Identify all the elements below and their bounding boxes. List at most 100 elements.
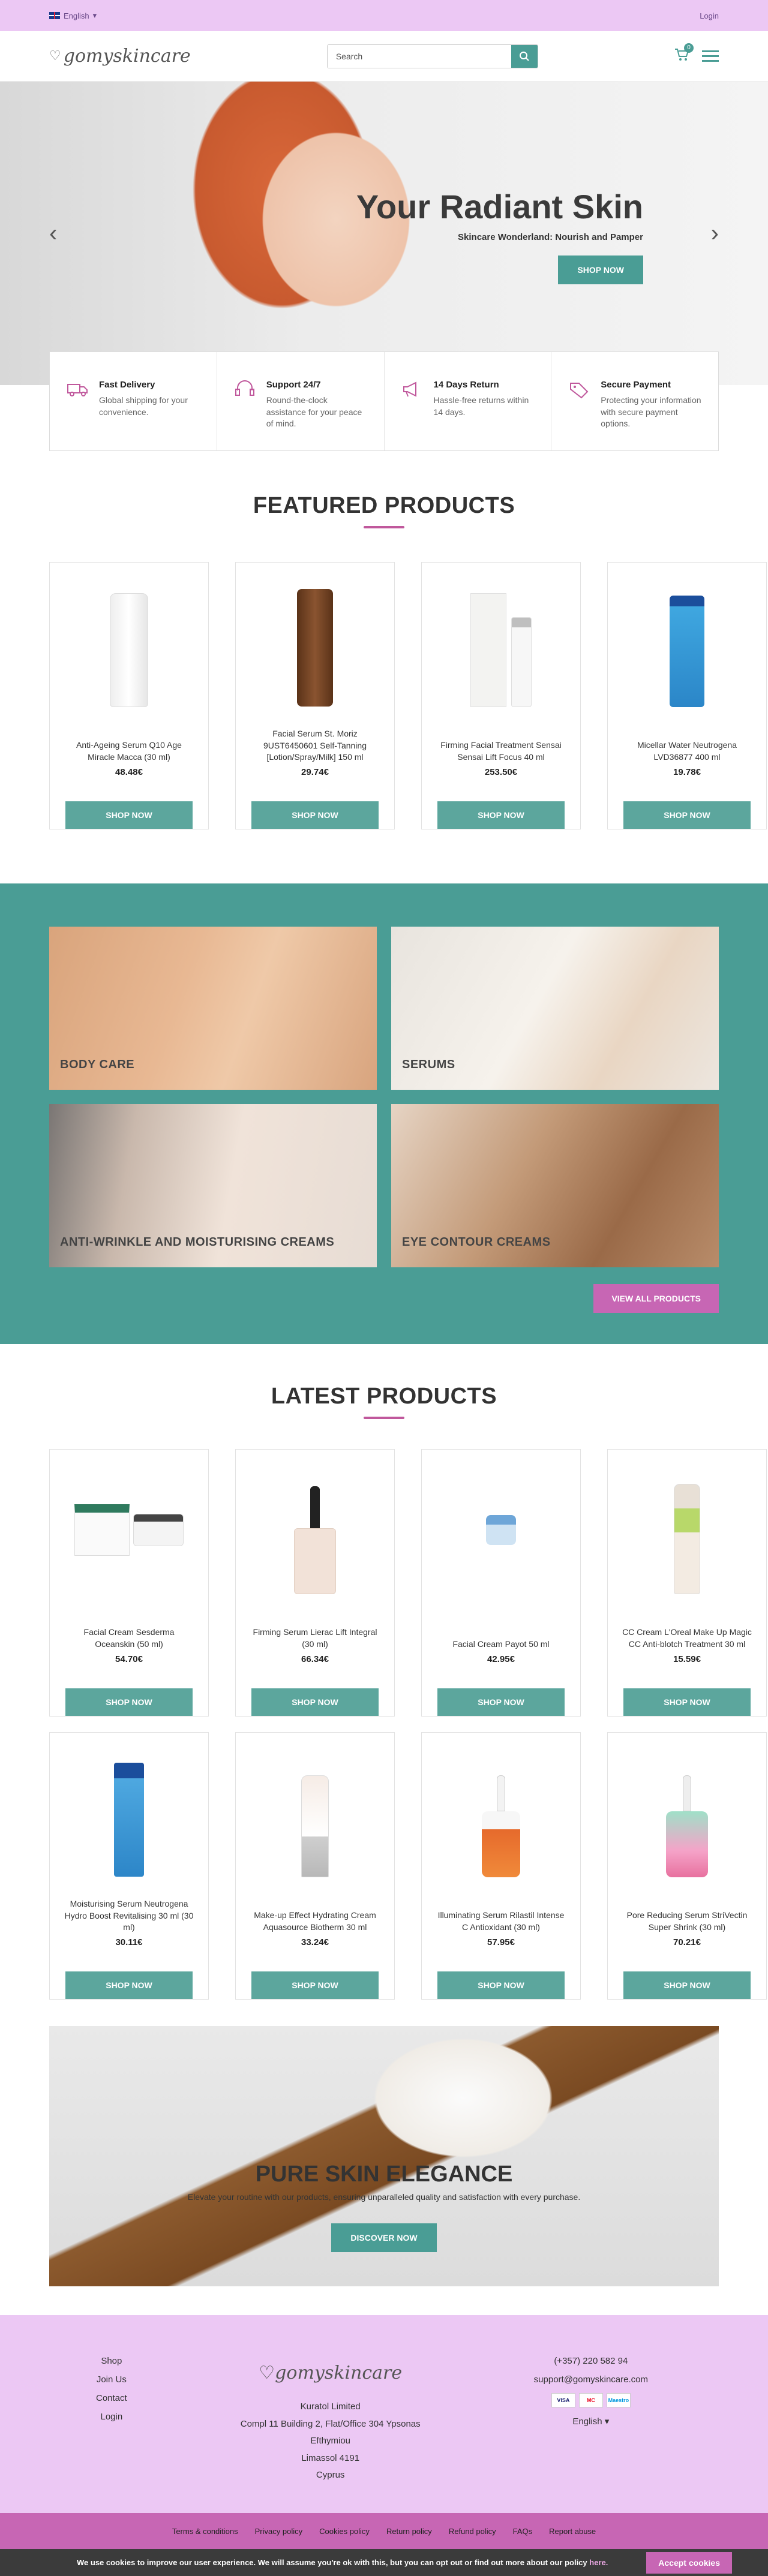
slider-prev-arrow-icon[interactable]: ‹ [49, 221, 57, 245]
cart-button[interactable]: 0 [674, 43, 694, 65]
hero-title: Your Radiant Skin [356, 188, 643, 226]
product-card[interactable]: Micellar Water Neutrogena LVD36877 400 m… [607, 562, 767, 829]
featured-title: FEATURED PRODUCTS [253, 493, 515, 518]
accept-cookies-button[interactable]: Accept cookies [646, 2551, 732, 2574]
menu-button[interactable] [701, 50, 719, 62]
product-price: 29.74€ [301, 767, 329, 777]
legal-link-cookies[interactable]: Cookies policy [319, 2527, 370, 2536]
shop-now-button[interactable]: SHOP NOW [65, 1971, 193, 1999]
footer-link-contact[interactable]: Contact [96, 2393, 127, 2403]
legal-links-bar: Terms & conditions Privacy policy Cookie… [0, 2513, 768, 2549]
search-button[interactable] [511, 44, 538, 68]
address-line: Efthymiou [310, 2436, 351, 2446]
product-card[interactable]: CC Cream L'Oreal Make Up Magic CC Anti-b… [607, 1449, 767, 1717]
product-price: 19.78€ [673, 767, 701, 777]
product-card[interactable]: Anti-Ageing Serum Q10 Age Miracle Macca … [49, 562, 209, 829]
shop-now-button[interactable]: SHOP NOW [251, 1971, 379, 1999]
shop-now-button[interactable]: SHOP NOW [623, 801, 751, 829]
category-body-care[interactable]: BODY CARE [49, 927, 377, 1090]
feature-desc: Global shipping for your convenience. [99, 395, 188, 417]
product-name[interactable]: Firming Facial Treatment Sensai Sensai L… [435, 729, 567, 764]
legal-link-privacy[interactable]: Privacy policy [255, 2527, 302, 2536]
hero-shop-now-button[interactable]: SHOP NOW [558, 256, 643, 284]
top-login-link[interactable]: Login [700, 11, 719, 20]
product-name[interactable]: CC Cream L'Oreal Make Up Magic CC Anti-b… [621, 1616, 753, 1651]
product-card[interactable]: Facial Serum St. Moriz 9UST6450601 Self-… [235, 562, 395, 829]
footer-language-label: English [572, 2416, 602, 2427]
category-eye-contour[interactable]: EYE CONTOUR CREAMS [391, 1104, 719, 1267]
heart-logo-icon: ♡ [259, 2362, 275, 2383]
product-price: 48.48€ [115, 767, 143, 777]
category-anti-wrinkle[interactable]: ANTI-WRINKLE AND MOISTURISING CREAMS [49, 1104, 377, 1267]
product-name[interactable]: Anti-Ageing Serum Q10 Age Miracle Macca … [63, 729, 195, 764]
shop-now-button[interactable]: SHOP NOW [251, 1688, 379, 1716]
logo-text: gomyskincare [63, 46, 191, 67]
footer-logo[interactable]: ♡gomyskincare [241, 2356, 421, 2390]
product-card[interactable]: Pore Reducing Serum StriVectin Super Shr… [607, 1732, 767, 2000]
site-footer: Shop Join Us Contact Login ♡gomyskincare… [0, 2315, 768, 2513]
shop-now-button[interactable]: SHOP NOW [65, 1688, 193, 1716]
product-name[interactable]: Make-up Effect Hydrating Cream Aquasourc… [249, 1899, 381, 1934]
shop-now-button[interactable]: SHOP NOW [623, 1688, 751, 1716]
product-card[interactable]: Moisturising Serum Neutrogena Hydro Boos… [49, 1732, 209, 2000]
hero-subtitle: Skincare Wonderland: Nourish and Pamper [458, 232, 643, 242]
product-image [621, 1466, 753, 1594]
search-input[interactable] [327, 44, 511, 68]
product-card[interactable]: Facial Cream Sesderma Oceanskin (50 ml) … [49, 1449, 209, 1717]
category-serums[interactable]: SERUMS [391, 927, 719, 1090]
cookie-policy-link[interactable]: here. [589, 2558, 608, 2567]
footer-phone[interactable]: (+357) 220 582 94 [554, 2356, 628, 2366]
product-card[interactable]: Make-up Effect Hydrating Cream Aquasourc… [235, 1732, 395, 2000]
product-card[interactable]: Illuminating Serum Rilastil Intense C An… [421, 1732, 581, 2000]
product-name[interactable]: Pore Reducing Serum StriVectin Super Shr… [621, 1899, 753, 1934]
footer-company-info: ♡gomyskincare Kuratol Limited Compl 11 B… [241, 2356, 421, 2513]
shop-now-button[interactable]: SHOP NOW [437, 801, 565, 829]
legal-link-faqs[interactable]: FAQs [513, 2527, 533, 2536]
legal-link-return[interactable]: Return policy [386, 2527, 432, 2536]
product-price: 42.95€ [487, 1654, 515, 1664]
product-price: 33.24€ [301, 1937, 329, 1947]
features-bar: Fast Delivery Global shipping for your c… [49, 351, 719, 451]
product-name[interactable]: Moisturising Serum Neutrogena Hydro Boos… [63, 1898, 195, 1934]
slider-next-arrow-icon[interactable]: › [711, 221, 719, 245]
footer-language-selector[interactable]: English ▾ [572, 2416, 609, 2427]
product-name[interactable]: Facial Cream Payot 50 ml [452, 1616, 549, 1651]
cookie-message: We use cookies to improve our user exper… [77, 2558, 608, 2567]
heart-logo-icon: ♡ [49, 49, 61, 64]
product-card[interactable]: Firming Serum Lierac Lift Integral (30 m… [235, 1449, 395, 1717]
product-name[interactable]: Facial Cream Sesderma Oceanskin (50 ml) [63, 1616, 195, 1651]
feature-title: Secure Payment [601, 380, 671, 390]
legal-link-terms[interactable]: Terms & conditions [172, 2527, 238, 2536]
view-all-products-button[interactable]: VIEW ALL PRODUCTS [593, 1284, 719, 1313]
shop-now-button[interactable]: SHOP NOW [437, 1688, 565, 1716]
legal-link-refund[interactable]: Refund policy [449, 2527, 496, 2536]
product-name[interactable]: Micellar Water Neutrogena LVD36877 400 m… [621, 729, 753, 764]
footer-link-login[interactable]: Login [101, 2412, 123, 2422]
footer-link-shop[interactable]: Shop [101, 2356, 122, 2366]
legal-link-report-abuse[interactable]: Report abuse [549, 2527, 596, 2536]
product-name[interactable]: Facial Serum St. Moriz 9UST6450601 Self-… [249, 728, 381, 764]
category-label: EYE CONTOUR CREAMS [402, 1236, 551, 1249]
shop-now-button[interactable]: SHOP NOW [65, 801, 193, 829]
chevron-down-icon: ▾ [92, 11, 97, 20]
discover-now-button[interactable]: DISCOVER NOW [331, 2223, 437, 2252]
shop-now-button[interactable]: SHOP NOW [251, 801, 379, 829]
site-logo[interactable]: ♡ gomyskincare [49, 46, 191, 67]
feature-returns: 14 Days Return Hassle-free returns withi… [385, 352, 552, 450]
search-icon [519, 51, 529, 61]
product-name[interactable]: Firming Serum Lierac Lift Integral (30 m… [249, 1616, 381, 1651]
cookie-text: We use cookies to improve our user exper… [77, 2558, 587, 2567]
footer-email[interactable]: support@gomyskincare.com [534, 2374, 648, 2385]
address-line: Compl 11 Building 2, Flat/Office 304 Yps… [240, 2418, 421, 2429]
language-selector[interactable]: English ▾ [49, 11, 97, 20]
footer-link-join-us[interactable]: Join Us [97, 2374, 127, 2385]
shop-now-button[interactable]: SHOP NOW [437, 1971, 565, 1999]
shop-now-button[interactable]: SHOP NOW [623, 1971, 751, 1999]
product-image [249, 1466, 381, 1594]
product-card[interactable]: Firming Facial Treatment Sensai Sensai L… [421, 562, 581, 829]
feature-fast-delivery: Fast Delivery Global shipping for your c… [50, 352, 217, 450]
address-line: Cyprus [316, 2470, 345, 2480]
product-name[interactable]: Illuminating Serum Rilastil Intense C An… [435, 1899, 567, 1934]
header-icons: 0 [674, 43, 719, 65]
product-card[interactable]: Facial Cream Payot 50 ml 42.95€ SHOP NOW [421, 1449, 581, 1717]
